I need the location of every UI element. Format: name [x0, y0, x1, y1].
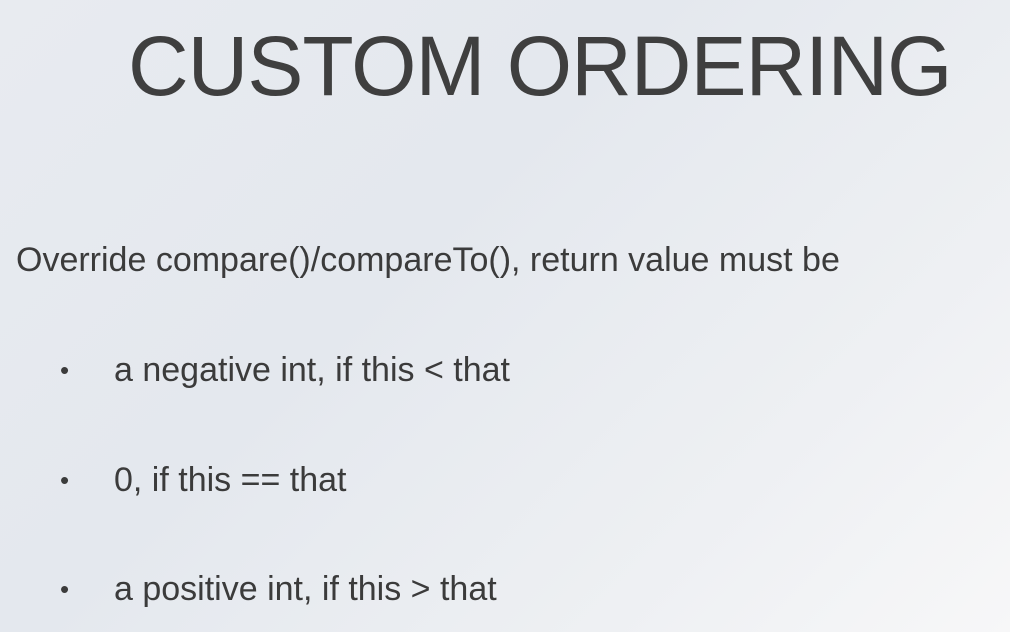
bullet-text: a negative int, if this < that	[114, 351, 510, 389]
slide-title: CUSTOM ORDERING	[128, 19, 952, 113]
lead-text: Override compare()/compareTo(), return v…	[16, 241, 840, 279]
bullet-dot-icon: •	[60, 574, 70, 604]
slide: CUSTOM ORDERING Override compare()/compa…	[0, 0, 1010, 632]
bullet-text: 0, if this == that	[114, 461, 347, 499]
bullet-dot-icon: •	[60, 465, 70, 495]
bullet-item-negative: • a negative int, if this < that	[60, 348, 960, 392]
bullet-item-positive: • a positive int, if this > that	[60, 567, 960, 611]
bullet-item-zero: • 0, if this == that	[60, 458, 960, 502]
bullet-text: a positive int, if this > that	[114, 570, 497, 608]
bullet-dot-icon: •	[60, 355, 70, 385]
